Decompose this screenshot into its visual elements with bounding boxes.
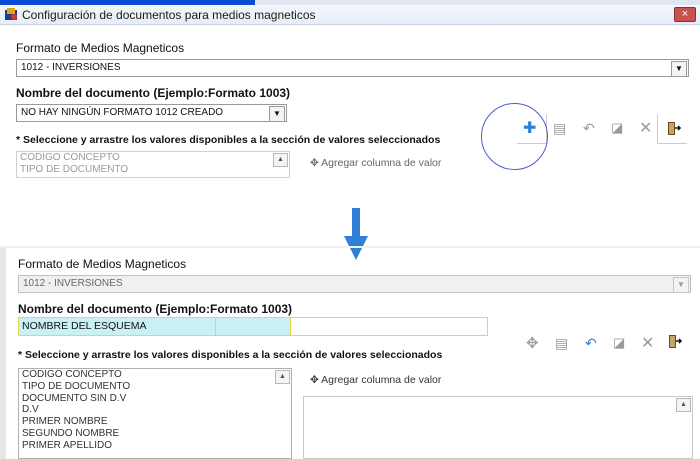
save-icon[interactable]: ◪ <box>613 335 625 351</box>
nombre-label: Nombre del documento (Ejemplo:Formato 10… <box>18 302 293 316</box>
edit-icon[interactable]: ▤ <box>555 335 568 352</box>
list-item[interactable]: CÓDIGO CONCEPTO <box>19 369 291 381</box>
formato-label: Formato de Medios Magneticos <box>18 257 187 271</box>
formato-select-value: 1012 - INVERSIONES <box>23 278 123 289</box>
nombre-select[interactable]: NO HAY NINGÚN FORMATO 1012 CREADO ▼ <box>16 104 287 122</box>
scroll-up-icon[interactable]: ▲ <box>275 370 290 384</box>
window-titlebar: Configuración de documentos para medios … <box>0 5 700 25</box>
plus-icon: ✥ <box>310 157 319 169</box>
nombre-label: Nombre del documento (Ejemplo:Formato 10… <box>16 86 291 100</box>
chevron-down-icon[interactable]: ▼ <box>671 61 687 77</box>
add-icon[interactable]: ✥ <box>526 334 539 352</box>
chevron-down-icon[interactable]: ▼ <box>673 277 689 293</box>
arrow-down-icon <box>344 208 368 260</box>
plus-icon: ✥ <box>310 374 319 386</box>
exit-icon[interactable] <box>668 334 682 349</box>
formato-select[interactable]: 1012 - INVERSIONES ▼ <box>18 275 691 293</box>
nombre-select-value: NO HAY NINGÚN FORMATO 1012 CREADO <box>21 107 224 118</box>
delete-icon[interactable]: ✕ <box>641 333 654 353</box>
highlight-circle <box>481 103 548 170</box>
undo-icon[interactable]: ↶ <box>585 335 597 352</box>
list-item[interactable]: PRIMER APELLIDO <box>19 440 291 452</box>
list-item[interactable]: PRIMER NOMBRE <box>19 416 291 428</box>
left-edge <box>0 248 6 459</box>
screen-separator <box>0 246 700 248</box>
add-column-link[interactable]: ✥ Agregar columna de valor <box>310 157 441 169</box>
selected-values-list[interactable]: ▲ <box>303 396 693 459</box>
add-column-link[interactable]: ✥ Agregar columna de valor <box>310 374 441 386</box>
nombre-input[interactable]: NOMBRE DEL ESQUEMA <box>18 317 488 336</box>
available-values-list[interactable]: CÓDIGO CONCEPTO TIPO DE DOCUMENTO DOCUME… <box>18 368 292 459</box>
close-button[interactable]: × <box>674 7 696 22</box>
save-icon[interactable]: ◪ <box>611 120 623 136</box>
window-title: Configuración de documentos para medios … <box>22 8 316 22</box>
list-item[interactable]: D.V <box>19 404 291 416</box>
toolbar-bottom: ✥ ▤ ↶ ◪ ✕ <box>522 334 694 358</box>
scroll-up-icon[interactable]: ▲ <box>676 398 691 412</box>
add-column-label: Agregar columna de valor <box>321 157 442 169</box>
list-item[interactable]: CÓDIGO CONCEPTO <box>17 152 289 164</box>
nombre-input-value: NOMBRE DEL ESQUEMA <box>22 320 147 332</box>
formato-label: Formato de Medios Magneticos <box>16 41 185 55</box>
exit-button[interactable] <box>657 114 687 144</box>
scroll-up-icon[interactable]: ▲ <box>273 153 288 167</box>
undo-icon[interactable]: ↶ <box>583 120 595 137</box>
add-column-label: Agregar columna de valor <box>321 374 442 386</box>
list-item[interactable]: SEGUNDO NOMBRE <box>19 428 291 440</box>
formato-select[interactable]: 1012 - INVERSIONES ▼ <box>16 59 689 77</box>
app-icon <box>5 8 17 20</box>
formato-select-value: 1012 - INVERSIONES <box>21 62 121 73</box>
drag-hint: * Seleccione y arrastre los valores disp… <box>16 134 441 146</box>
list-item[interactable]: TIPO DE DOCUMENTO <box>19 381 291 393</box>
delete-icon[interactable]: ✕ <box>639 118 652 138</box>
edit-icon[interactable]: ▤ <box>553 120 566 137</box>
exit-icon <box>668 122 681 135</box>
nombre-input-cursor-segment <box>215 318 291 335</box>
list-item[interactable]: DOCUMENTO SIN D.V <box>19 393 291 405</box>
available-values-list[interactable]: CÓDIGO CONCEPTO TIPO DE DOCUMENTO ▲ <box>16 151 290 178</box>
drag-hint: * Seleccione y arrastre los valores disp… <box>18 349 443 361</box>
chevron-down-icon[interactable]: ▼ <box>269 106 285 122</box>
list-item[interactable]: TIPO DE DOCUMENTO <box>17 164 289 176</box>
